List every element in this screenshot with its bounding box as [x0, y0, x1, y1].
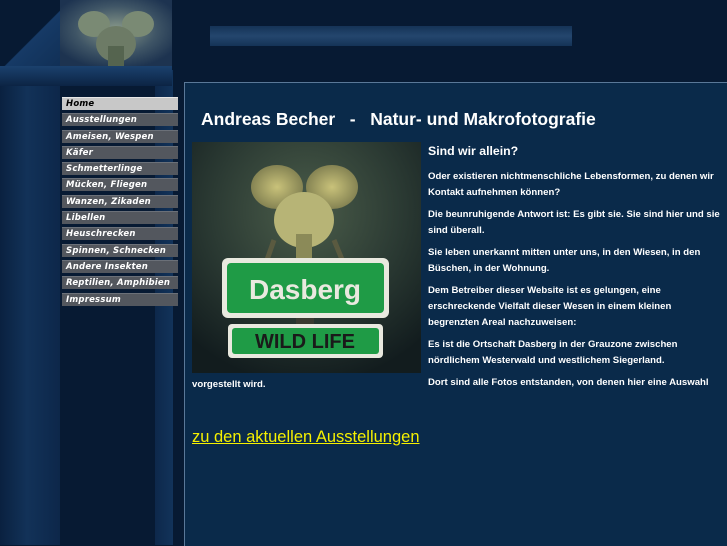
paragraph-4: Dem Betreiber dieser Website ist es gelu…	[428, 284, 672, 329]
page-title: Andreas Becher - Natur- und Makrofotogra…	[201, 109, 596, 129]
nav-item-libellen[interactable]: Libellen	[62, 211, 178, 225]
nav-item-reptilien-amphibien[interactable]: Reptilien, Amphibien	[62, 276, 178, 290]
dasberg-wildlife-photo: Dasberg WILD LIFE	[192, 142, 421, 373]
paragraph-2: Die beunruhigende Antwort ist: Es gibt s…	[428, 208, 720, 237]
paragraph-1: Oder existieren nichtmenschliche Lebensf…	[428, 171, 714, 199]
nav-item-spinnen-schnecken[interactable]: Spinnen, Schnecken	[62, 243, 178, 257]
nav-item-kaefer[interactable]: Käfer	[62, 145, 178, 159]
nav-item-ameisen-wespen[interactable]: Ameisen, Wespen	[62, 129, 178, 143]
exhibitions-link[interactable]: zu den aktuellen Ausstellungen	[192, 428, 420, 447]
nav-item-impressum[interactable]: Impressum	[62, 292, 178, 306]
sign-bottom-text: WILD LIFE	[255, 331, 355, 353]
decorative-pillar-left	[0, 80, 60, 545]
nav-item-wanzen-zikaden[interactable]: Wanzen, Zikaden	[62, 194, 178, 208]
decorative-top-bar	[210, 26, 572, 46]
nav-item-muecken-fliegen[interactable]: Mücken, Fliegen	[62, 178, 178, 192]
nav-item-heuschrecken[interactable]: Heuschrecken	[62, 227, 178, 241]
nav-item-schmetterlinge[interactable]: Schmetterlinge	[62, 162, 178, 176]
decorative-band	[0, 66, 172, 86]
section-heading: Sind wir allein?	[428, 144, 519, 158]
nav-item-ausstellungen[interactable]: Ausstellungen	[62, 113, 178, 127]
paragraph-3: Sie leben unerkannt mitten unter uns, in…	[428, 246, 701, 275]
sign-top-text: Dasberg	[249, 274, 361, 305]
intro-text: Sind wir allein? Oder existieren nichtme…	[428, 142, 724, 396]
paragraph-6-continuation: vorgestellt wird.	[192, 379, 266, 390]
header-dragonfly-image	[60, 0, 172, 66]
nav-item-andere-insekten[interactable]: Andere Insekten	[62, 259, 178, 273]
paragraph-5: Es ist die Ortschaft Dasberg in der Grau…	[428, 338, 678, 367]
paragraph-6: Dort sind alle Fotos entstanden, von den…	[428, 376, 709, 388]
sidebar-nav: Home Ausstellungen Ameisen, Wespen Käfer…	[62, 97, 178, 309]
nav-item-home[interactable]: Home	[62, 97, 178, 110]
